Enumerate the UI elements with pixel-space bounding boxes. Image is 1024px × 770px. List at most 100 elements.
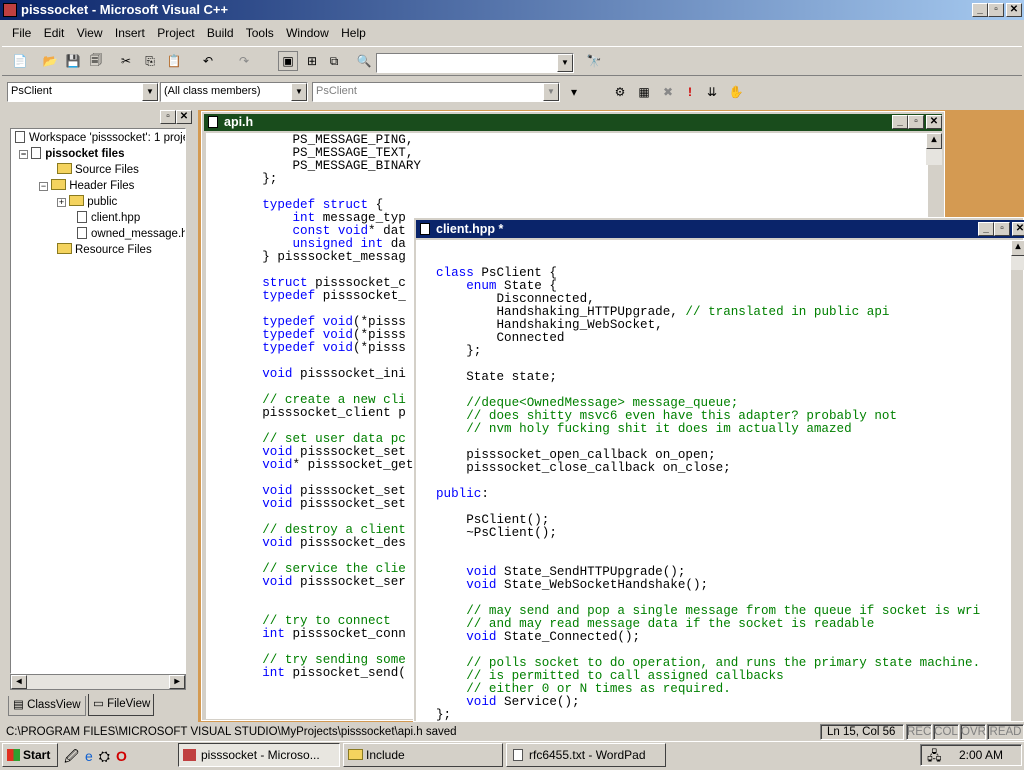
copy-icon[interactable]: ⎘ (140, 51, 160, 71)
save-all-icon[interactable]: 🗐 (86, 51, 106, 71)
task-wordpad[interactable]: rfc6455.txt - WordPad (506, 743, 666, 767)
folder-icon (69, 195, 85, 206)
tree-public[interactable]: + public (57, 195, 117, 210)
client-close-button[interactable]: ✕ (1012, 222, 1024, 236)
menu-window[interactable]: Window (286, 26, 329, 40)
go-icon[interactable]: ⇊ (702, 82, 722, 102)
client-code-line: pisssocket_close_callback on_close; (436, 461, 731, 475)
task-pisssocket[interactable]: pisssocket - Microso... (178, 743, 340, 767)
windows-logo-icon (7, 749, 20, 761)
clock: 2:00 AM (959, 748, 1004, 762)
class-combo[interactable]: PsClient ▼ (7, 82, 159, 102)
file-icon (208, 116, 218, 128)
restore-button[interactable]: ▫ (988, 3, 1004, 17)
menu-view[interactable]: View (77, 26, 103, 40)
collapse-icon[interactable]: − (39, 182, 48, 191)
file-icon (420, 223, 430, 235)
scroll-left-icon[interactable]: ◂ (11, 675, 27, 689)
workspace-restore-button[interactable]: ▫ (160, 110, 176, 124)
collapse-icon[interactable]: − (19, 150, 28, 159)
api-close-button[interactable]: ✕ (926, 115, 942, 129)
client-restore-button[interactable]: ▫ (994, 222, 1010, 236)
cut-icon[interactable]: ✂ (116, 51, 136, 71)
api-minimize-button[interactable]: _ (892, 115, 908, 129)
output-icon[interactable]: ⊞ (302, 51, 322, 71)
menu-edit[interactable]: Edit (44, 26, 65, 40)
ie-icon[interactable]: e (85, 748, 99, 764)
show-desktop-icon[interactable]: 🖉 (64, 748, 85, 764)
workspace-icon[interactable]: ▣ (278, 51, 298, 71)
indicator-col: COL (933, 724, 959, 740)
scroll-up-icon[interactable]: ▴ (926, 133, 942, 149)
save-icon[interactable]: 💾 (63, 51, 83, 71)
menu-help[interactable]: Help (341, 26, 366, 40)
workspace-close-button[interactable]: ✕ (176, 110, 192, 124)
api-vscroll[interactable]: ▴ (926, 133, 942, 165)
undo-icon[interactable]: ↶ (198, 51, 218, 71)
folder-icon (51, 179, 67, 190)
client-code-line: void State_Connected(); (466, 630, 641, 644)
expand-icon[interactable]: + (57, 198, 66, 207)
scope-combo[interactable]: PsClient ▼ (312, 82, 560, 102)
api-title: api.h (224, 115, 254, 129)
menu-insert[interactable]: Insert (115, 26, 145, 40)
members-combo[interactable]: (All class members) ▼ (160, 82, 308, 102)
window-list-icon[interactable]: ⧉ (324, 51, 344, 71)
tab-classview[interactable]: ▤ ClassView (8, 696, 86, 716)
client-vscroll[interactable]: ▴ (1011, 240, 1024, 270)
indicator-rec: REC (906, 724, 932, 740)
wizard-bar: PsClient ▼ (All class members) ▼ PsClient ▼… (2, 78, 1022, 106)
find-icon[interactable]: 🔭 (584, 51, 604, 71)
workspace-hscroll[interactable]: ◂ ▸ (10, 674, 186, 690)
api-code-line: }; (232, 172, 278, 186)
open-folder-icon[interactable]: 📂 (40, 51, 60, 71)
tab-fileview[interactable]: ▭ FileView (88, 694, 154, 716)
tray-icon[interactable]: 🖧 (927, 747, 942, 769)
folder-icon (57, 243, 72, 254)
status-bar: C:\PROGRAM FILES\MICROSOFT VISUAL STUDIO… (0, 723, 1024, 741)
client-code-line: }; (436, 708, 452, 722)
breakpoint-hand-icon[interactable]: ✋ (726, 82, 746, 102)
stop-build-icon[interactable]: ✖ (658, 82, 678, 102)
close-button[interactable]: ✕ (1006, 3, 1022, 17)
new-file-icon[interactable]: 📄 (10, 51, 30, 71)
wizard-action-icon[interactable]: ▾ (564, 82, 584, 102)
task-include[interactable]: Include (343, 743, 503, 767)
execute-icon[interactable]: ! (680, 82, 700, 102)
scroll-right-icon[interactable]: ▸ (169, 675, 185, 689)
scroll-up-icon[interactable]: ▴ (1011, 240, 1024, 256)
tree-resource-files[interactable]: Resource Files (57, 243, 152, 258)
api-restore-button[interactable]: ▫ (908, 115, 924, 129)
client-title: client.hpp * (436, 222, 504, 236)
minimize-button[interactable]: _ (972, 3, 988, 17)
find-combo[interactable]: ▼ (376, 53, 574, 73)
project-icon (31, 147, 42, 159)
paste-icon[interactable]: 📋 (164, 51, 184, 71)
client-code-line: Connected (436, 331, 565, 345)
client-minimize-button[interactable]: _ (978, 222, 994, 236)
tree-owned-message[interactable]: owned_message.h (77, 227, 185, 242)
workspace-icon (15, 131, 25, 143)
quicklaunch: 🖉e⛭O (64, 746, 164, 766)
build-icon[interactable]: ▦ (634, 82, 654, 102)
menu-tools[interactable]: Tools (246, 26, 274, 40)
start-button[interactable]: Start (2, 743, 58, 767)
compile-icon[interactable]: ⚙ (610, 82, 630, 102)
cursor-position: Ln 15, Col 56 (820, 724, 904, 740)
opera-icon[interactable]: O (116, 748, 133, 764)
tree-header-files[interactable]: − Header Files (39, 179, 134, 194)
client-code-line (436, 475, 1011, 488)
menu-file[interactable]: File (12, 26, 31, 40)
app-title: pisssocket - Microsoft Visual C++ (21, 2, 229, 17)
file-icon (77, 211, 87, 223)
tree-source-files[interactable]: Source Files (57, 163, 139, 178)
redo-icon[interactable]: ↷ (234, 51, 254, 71)
tree-workspace-root[interactable]: Workspace 'pisssocket': 1 proje (15, 131, 185, 146)
tree-project[interactable]: − pissocket files (19, 147, 124, 162)
find-in-files-icon[interactable]: 🔍 (354, 51, 374, 71)
client-editor[interactable]: class PsClient { enum State { Disconnect… (416, 240, 1011, 721)
tree-client-hpp[interactable]: client.hpp (77, 211, 140, 226)
menu-build[interactable]: Build (207, 26, 234, 40)
menu-project[interactable]: Project (157, 26, 194, 40)
outlook-icon[interactable]: ⛭ (99, 748, 116, 764)
